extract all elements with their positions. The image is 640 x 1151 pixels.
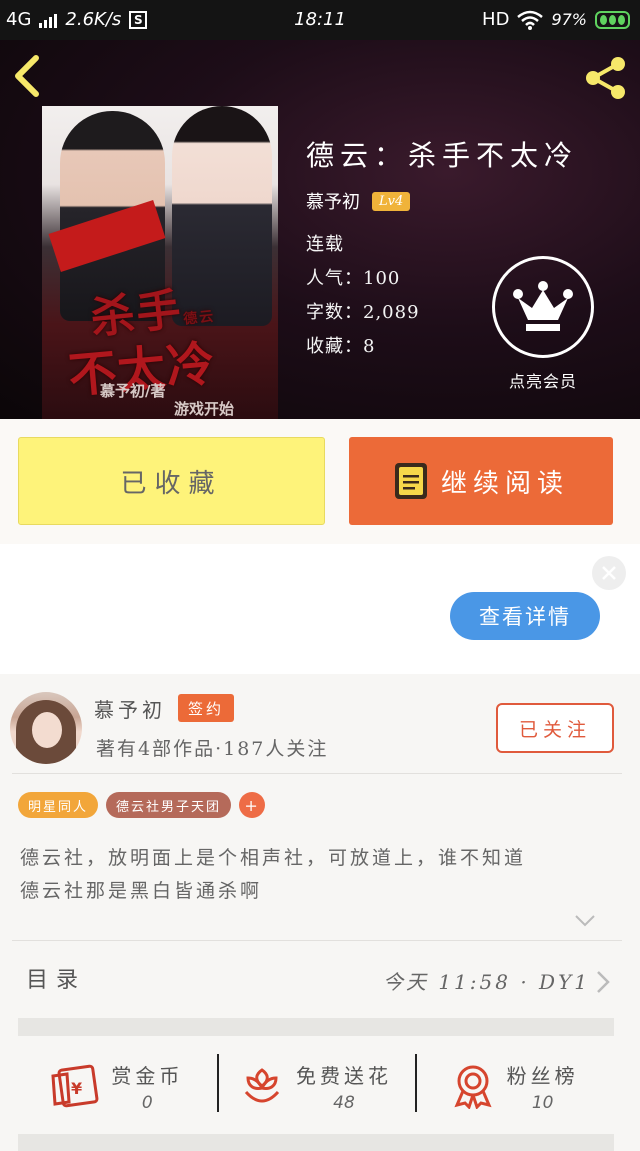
add-tag-button[interactable]: + [239, 792, 266, 818]
avatar-face [32, 712, 62, 748]
action-bar: 已收藏 继续阅读 [0, 419, 640, 544]
share-icon[interactable] [582, 54, 630, 102]
stat-label: 赏金币 [111, 1063, 184, 1088]
cover-game-start: 游戏开始 [174, 400, 235, 418]
level-badge: Lv4 [372, 191, 411, 211]
stat-label: 粉丝榜 [506, 1063, 579, 1088]
reward-coins-text: 赏金币 0 [111, 1060, 183, 1113]
ad-banner: 查看详情 [0, 544, 640, 674]
book-icon [394, 463, 427, 499]
status-bar: 4G 2.6K/s S 18:11 HD 97% [0, 0, 640, 40]
battery-icon [595, 10, 630, 29]
book-title: 德云：杀手不太冷 [306, 139, 579, 172]
ad-close-button[interactable] [592, 556, 626, 590]
battery-percent: 97% [551, 10, 587, 29]
follow-button[interactable]: 已关注 [496, 703, 614, 753]
stat-label: 免费送花 [296, 1063, 392, 1088]
flower-icon [244, 1068, 280, 1103]
cover-author-credit: 慕予初/著 [100, 382, 166, 400]
author-avatar[interactable] [10, 692, 82, 764]
chevron-right-icon[interactable] [596, 970, 610, 994]
close-icon [602, 566, 616, 580]
author-name[interactable]: 慕予初 [94, 694, 166, 723]
collected-button[interactable]: 已收藏 [18, 437, 325, 525]
stats-row: ¥ 赏金币 0 免费送花 48 粉丝榜 10 [18, 1036, 614, 1136]
tag-list: 明星同人 德云社男子天团 + [18, 792, 266, 818]
divider [12, 940, 622, 941]
member-label: 点亮会员 [508, 372, 577, 391]
svg-text:¥: ¥ [71, 1079, 82, 1098]
author-section: 慕予初 签约 著有4部作品·187人关注 已关注 明星同人 德云社男子天团 + … [0, 674, 640, 1151]
book-author[interactable]: 慕予初 [306, 188, 360, 214]
book-header: 杀手德云 不太冷 慕予初/著 游戏开始 德云：杀手不太冷 慕予初 Lv4 连载 … [0, 40, 640, 419]
stat-value: 48 [333, 1092, 355, 1113]
status-right: HD 97% [482, 9, 630, 30]
continue-reading-label: 继续阅读 [440, 468, 569, 499]
book-author-row: 慕予初 Lv4 [306, 188, 411, 214]
ribbon-medal-icon [454, 1065, 492, 1109]
free-flowers-stat[interactable]: 免费送花 48 [216, 1036, 416, 1136]
toc-label[interactable]: 目录 [26, 962, 86, 994]
wifi-icon [517, 10, 544, 30]
section-separator [18, 1134, 614, 1151]
continue-reading-button[interactable]: 继续阅读 [349, 437, 613, 525]
divider [12, 773, 622, 774]
book-description: 德云社，放明面上是个相声社，可放道上，谁不知道 德云社那是黑白皆通杀啊 [20, 842, 620, 908]
section-separator [18, 1018, 614, 1036]
stat-value: 0 [141, 1092, 153, 1113]
author-stats: 著有4部作品·187人关注 [96, 738, 329, 760]
tag-item[interactable]: 明星同人 [18, 792, 99, 818]
book-status: 连载 [306, 234, 344, 255]
stat-value: 10 [531, 1092, 554, 1113]
fan-ranking-text: 粉丝榜 10 [507, 1060, 579, 1113]
hd-indicator: HD [482, 9, 510, 30]
reward-coins-stat[interactable]: ¥ 赏金币 0 [18, 1036, 217, 1136]
book-popularity: 人气：100 [306, 268, 401, 289]
expand-chevron-icon[interactable] [574, 914, 596, 928]
book-word-count: 字数：2,089 [306, 302, 420, 323]
description-line: 德云社那是黑白皆通杀啊 [20, 880, 263, 902]
free-flowers-text: 免费送花 48 [296, 1060, 392, 1113]
red-envelope-icon: ¥ [51, 1064, 99, 1108]
fan-ranking-stat[interactable]: 粉丝榜 10 [415, 1036, 614, 1136]
signed-badge: 签约 [178, 694, 234, 722]
toc-latest-update[interactable]: 今天 11:58 · DY1 [383, 966, 590, 995]
description-line: 德云社，放明面上是个相声社，可放道上，谁不知道 [20, 847, 527, 869]
book-cover[interactable]: 杀手德云 不太冷 慕予初/著 游戏开始 [42, 106, 278, 419]
tag-item[interactable]: 德云社男子天团 [106, 792, 232, 818]
crown-icon [492, 256, 594, 358]
member-button[interactable]: 点亮会员 [490, 256, 596, 392]
view-details-button[interactable]: 查看详情 [450, 592, 600, 640]
back-arrow-icon[interactable] [8, 52, 48, 100]
book-favorites: 收藏：8 [306, 336, 376, 357]
